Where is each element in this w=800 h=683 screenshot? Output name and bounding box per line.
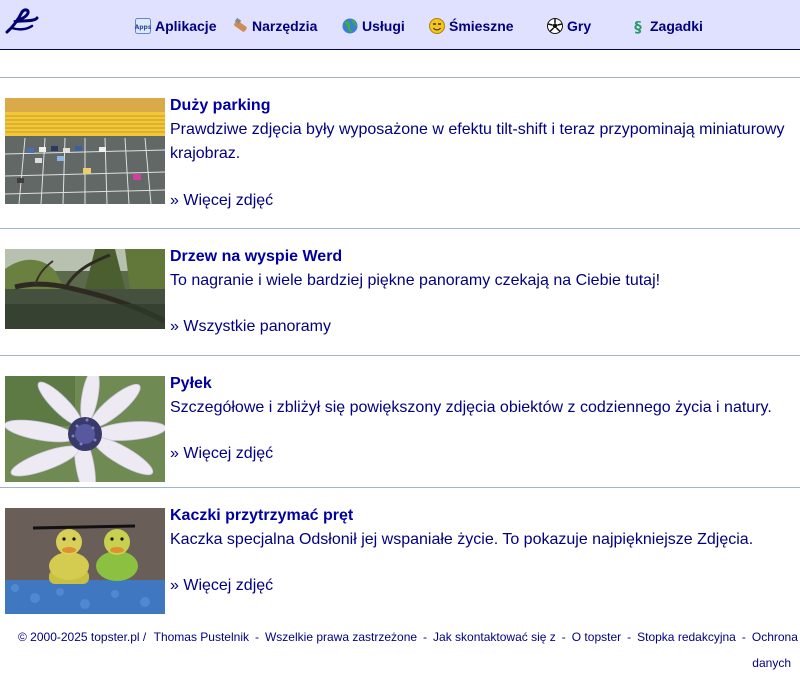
more-link[interactable]: » Więcej zdjęć: [170, 191, 273, 211]
article-text: Duży parking Prawdziwe zdjęcia były wypo…: [170, 96, 798, 209]
soccer-ball-icon: [547, 18, 563, 34]
globe-icon: [342, 18, 358, 34]
article-title[interactable]: Pyłek: [170, 374, 798, 394]
nav-label: Zagadki: [650, 18, 703, 34]
article-title[interactable]: Duży parking: [170, 96, 798, 116]
apps-icon: Apps: [135, 18, 152, 34]
footer-links-wrap: danych: [752, 653, 791, 673]
smiley-icon: [429, 18, 445, 34]
imprint-link[interactable]: Stopka redakcyjna: [637, 630, 736, 644]
privacy-link-continued[interactable]: danych: [752, 656, 791, 670]
author-link[interactable]: Thomas Pustelnik: [154, 630, 249, 644]
nav-item-smieszne[interactable]: Śmieszne: [429, 16, 514, 36]
nav-item-gry[interactable]: Gry: [547, 16, 591, 36]
article-description: To nagranie i wiele bardziej piękne pano…: [170, 272, 661, 289]
parking-thumbnail[interactable]: [5, 98, 165, 204]
nav-label: Narzędzia: [252, 18, 318, 34]
divider: [0, 487, 800, 488]
tools-icon: [232, 17, 248, 34]
ducks-thumbnail[interactable]: [5, 508, 165, 614]
article-description: Kaczka specjalna Odsłonił jej wspaniałe …: [170, 531, 754, 548]
nav-label: Gry: [567, 18, 592, 34]
divider: [0, 77, 800, 78]
about-link[interactable]: O topster: [572, 630, 621, 644]
rights-link[interactable]: Wszelkie prawa zastrzeżone: [265, 630, 417, 644]
nav-label: Usługi: [362, 18, 405, 34]
privacy-link[interactable]: Ochrona: [752, 630, 798, 644]
article-text: Drzew na wyspie Werd To nagranie i wiele…: [170, 247, 798, 335]
nav-label: Śmieszne: [449, 18, 514, 34]
article-text: Pyłek Szczegółowe i zbliżył się powiększ…: [170, 374, 798, 462]
article-description: Prawdziwe zdjęcia były wyposażone w efek…: [170, 121, 785, 162]
article-text: Kaczki przytrzymać pręt Kaczka specjalna…: [170, 506, 798, 594]
article-title[interactable]: Kaczki przytrzymać pręt: [170, 506, 798, 526]
contact-link[interactable]: Jak skontaktować się z: [433, 630, 556, 644]
nav-item-uslugi[interactable]: Usługi: [342, 16, 405, 36]
article-description: Szczegółowe i zbliżył się powiększony zd…: [170, 399, 772, 416]
nav-item-aplikacje[interactable]: Apps Aplikacje: [135, 16, 216, 36]
werd-island-thumbnail[interactable]: [5, 249, 165, 329]
pollen-flower-thumbnail[interactable]: [5, 376, 165, 482]
nav-item-zagadki[interactable]: § Zagadki: [630, 16, 703, 36]
divider: [0, 228, 800, 229]
topster-logo[interactable]: [4, 6, 40, 36]
header-bar: Apps Aplikacje Narzędzia Usługi Śmieszne: [0, 0, 800, 50]
copyright: © 2000-2025 topster.pl /: [18, 630, 147, 644]
more-link[interactable]: » Więcej zdjęć: [170, 576, 273, 596]
divider: [0, 355, 800, 356]
more-link[interactable]: » Więcej zdjęć: [170, 444, 273, 464]
svg-text:§: §: [634, 18, 642, 34]
article-title[interactable]: Drzew na wyspie Werd: [170, 247, 798, 267]
nav-item-narzedzia[interactable]: Narzędzia: [232, 16, 317, 36]
puzzle-icon: §: [630, 18, 646, 36]
nav-label: Aplikacje: [155, 18, 217, 34]
more-link[interactable]: » Wszystkie panoramy: [170, 317, 331, 337]
svg-text:Apps: Apps: [135, 24, 151, 31]
footer-links: © 2000-2025 topster.pl / Thomas Pustelni…: [18, 630, 798, 644]
